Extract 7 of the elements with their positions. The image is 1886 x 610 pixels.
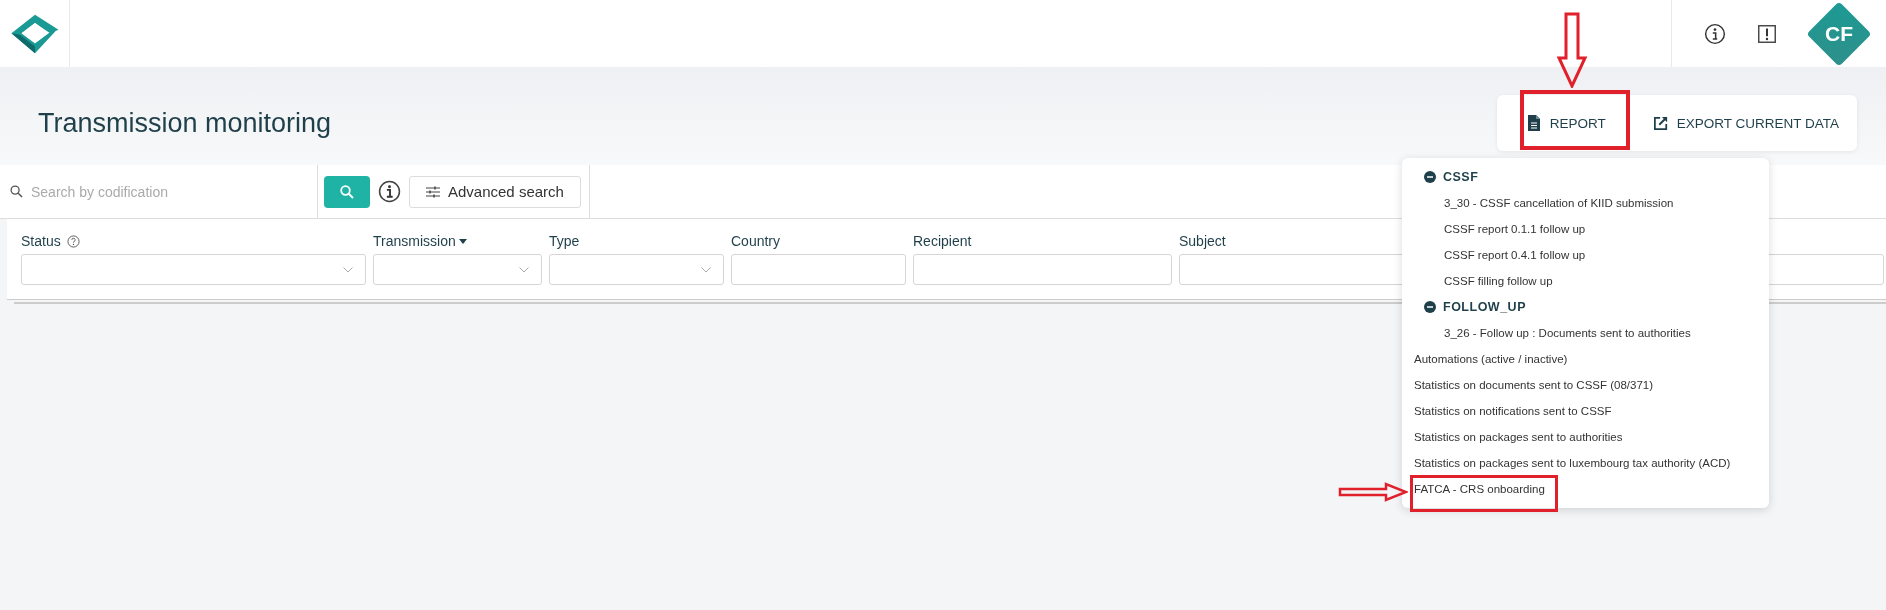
page-title: Transmission monitoring [38,107,332,139]
filter-label: Status [21,233,61,249]
filter-label: Transmission [373,233,456,249]
filter-label: Recipient [913,233,972,249]
filter-label: Subject [1179,233,1226,249]
filter-label: Country [731,233,781,249]
filter-label: Type [549,233,580,249]
